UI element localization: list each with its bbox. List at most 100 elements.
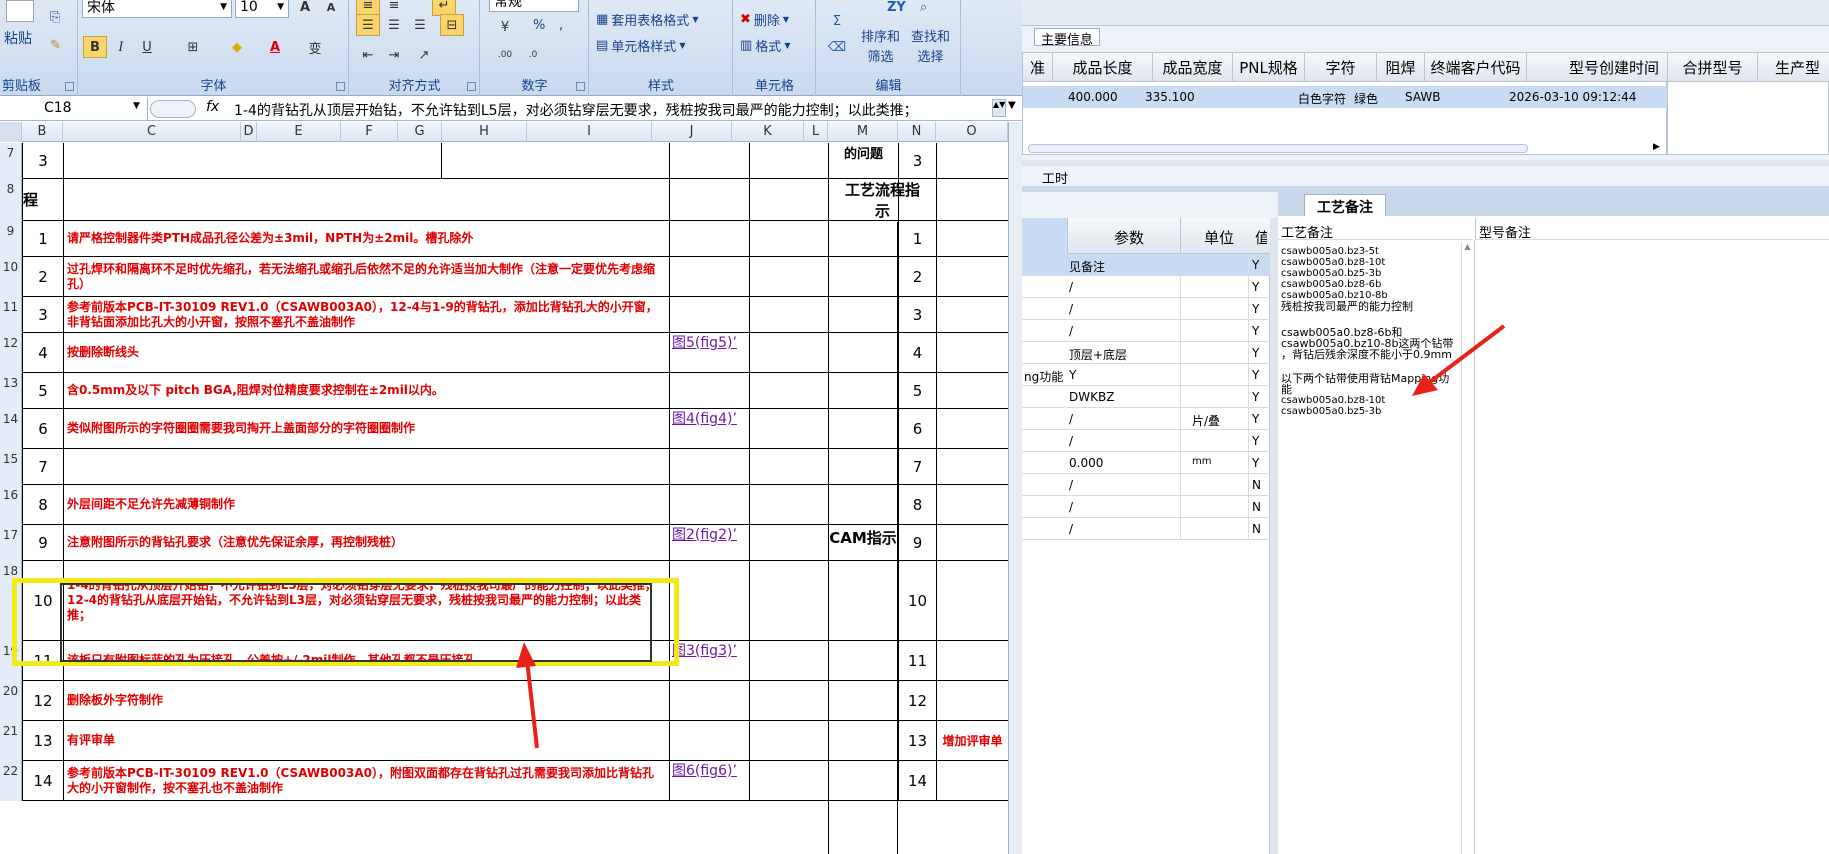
item-text[interactable]: 删除板外字符制作 [63,681,669,720]
figure-link[interactable]: 图3(fig3)’ [672,644,744,659]
row-header[interactable]: 7 [0,143,22,179]
item-text[interactable]: 参考前版本PCB-IT-30109 REV1.0（CSAWB003A0），12-… [63,297,669,332]
grow-font-icon[interactable]: A [293,0,317,18]
merge-icon[interactable]: ⊟ [440,14,464,36]
tab-main-info[interactable]: 主要信息 [1034,28,1101,48]
delete-button[interactable]: ✖ 删除 ▼ [740,10,789,29]
column-header[interactable]: B [22,122,63,142]
row-header[interactable]: 9 [0,221,22,257]
figure-link[interactable]: 图4(fig4)’ [672,412,744,427]
grid-header[interactable]: 阻焊 [1377,53,1425,82]
font-size-select[interactable]: 10 ▼ [235,0,289,18]
left-align-icon[interactable]: ☰ [356,14,380,36]
grid-header-prod[interactable]: 生产型 [1758,53,1829,82]
phonetic-icon[interactable]: 变 [303,36,327,58]
increase-decimal-icon[interactable]: .00 [493,44,517,66]
formula-input[interactable]: 1-4的背钻孔从顶层开始钻，不允许钻到L5层，对必须钻穿层无要求，残桩按我司最严… [234,100,918,120]
format-button[interactable]: ▥ 格式 ▼ [740,36,790,55]
column-header[interactable]: O [936,122,1008,142]
table-row[interactable]: 3 的问题 3 [22,143,1008,179]
percent-button[interactable]: % [533,18,545,33]
column-header[interactable]: J [652,122,732,142]
figure-link[interactable]: 图6(fig6)’ [672,764,744,779]
param-row[interactable]: 见备注 Y [1022,254,1270,276]
font-color-icon[interactable]: A [263,36,287,58]
italic-button[interactable]: I [109,36,133,58]
column-header[interactable]: L [804,122,828,142]
item-text[interactable] [63,449,669,484]
grid-header[interactable]: 成品长度 [1053,53,1153,82]
item-text[interactable]: 有评审单 [63,721,669,760]
right-align-icon[interactable]: ☰ [408,14,432,36]
currency-icon[interactable]: ¥ [493,16,517,38]
formula-scroll-icon[interactable]: ▲▼ [992,99,1006,117]
column-header[interactable]: D [241,122,257,142]
fill-color-icon[interactable]: ◆ [225,36,249,58]
comma-button[interactable]: , [559,18,563,33]
row-header[interactable]: 8 [0,179,22,221]
table-row[interactable]: 程 工艺流程指示 [22,179,1008,221]
clear-icon[interactable]: ⌫ [825,36,849,58]
row-header[interactable]: 15 [0,449,22,485]
sort-filter-button[interactable]: 排序和 筛选 [861,28,900,68]
splitter[interactable] [1022,160,1829,166]
column-header[interactable]: M [828,122,898,142]
param-row[interactable]: / N [1022,518,1270,540]
font-name-select[interactable]: 宋体 ▼ [82,0,232,18]
column-header[interactable]: K [732,122,804,142]
vertical-scrollbar[interactable] [1008,122,1022,854]
decrease-decimal-icon[interactable]: .0 [521,44,545,66]
row-header[interactable]: 13 [0,373,22,409]
collapse-formula-icon[interactable]: ▼ [1008,100,1016,111]
column-header[interactable]: C [63,122,241,142]
alignment-launcher-icon[interactable] [467,82,476,91]
grid-header[interactable]: 型号创建时间 [1527,53,1668,82]
name-box[interactable]: C18 [0,97,148,120]
horizontal-scrollbar[interactable] [1028,144,1528,153]
column-header[interactable]: N [898,122,936,142]
param-row[interactable]: / N [1022,474,1270,496]
grid-header[interactable]: 字符 [1305,53,1377,82]
chevron-down-icon[interactable]: ▼ [133,101,140,111]
item-text[interactable]: 请严格控制器件类PTH成品孔径公差为±3mil，NPTH为±2mil。槽孔除外 [63,221,669,256]
bold-button[interactable]: B [83,36,107,58]
param-row[interactable]: / Y [1022,298,1270,320]
number-format-select[interactable]: 常规 [489,0,579,12]
grid-selected-row[interactable]: 400.000 335.100 白色字符 绿色 SAWB 2026-03-10 … [1023,86,1668,108]
copy-icon[interactable]: ⎘ [50,10,60,25]
sum-icon[interactable]: Σ [825,10,849,32]
column-header[interactable]: I [527,122,652,142]
panel-splitter[interactable] [1270,218,1278,854]
item-text[interactable]: 类似附图所示的字符圈圈需要我司掏开上盖面部分的字符圈圈制作 [63,409,669,448]
font-launcher-icon[interactable] [336,82,345,91]
number-launcher-icon[interactable] [576,82,585,91]
param-row[interactable]: / N [1022,496,1270,518]
item-text[interactable]: 按删除断线头 [63,333,669,372]
row-header[interactable]: 12 [0,333,22,373]
row-header[interactable]: 22 [0,761,22,801]
column-header[interactable]: E [257,122,341,142]
grid-header-merge[interactable]: 合拼型号 [1668,53,1758,82]
param-row[interactable]: / Y [1022,430,1270,452]
scroll-right-icon[interactable]: ▶ [1653,142,1660,152]
format-painter-icon[interactable]: ✎ [50,38,61,53]
column-header[interactable]: F [341,122,398,142]
decrease-indent-icon[interactable]: ⇤ [356,44,380,66]
paste-icon[interactable] [6,0,34,22]
param-row[interactable]: / Y [1022,276,1270,298]
border-icon[interactable]: ⊞ [181,36,205,58]
figure-link[interactable]: 图2(fig2)’ [672,528,744,543]
item-text[interactable]: 外层间距不足允许先减薄铜制作 [63,485,669,524]
row-header[interactable]: 10 [0,257,22,297]
table-format-button[interactable]: ▦ 套用表格格式 ▼ [596,10,698,29]
item-text[interactable]: 含0.5mm及以下 pitch BGA,阻焊对位精度要求控制在±2mil以内。 [63,373,669,408]
find-select-button[interactable]: 查找和 选择 [911,28,950,68]
param-row[interactable]: ng功能 Y Y [1022,364,1270,386]
param-row[interactable]: 0.000 mm Y [1022,452,1270,474]
grid-header[interactable]: PNL规格 [1233,53,1305,82]
row-header[interactable]: 11 [0,297,22,333]
fx-icon[interactable]: fx [206,99,219,115]
param-row[interactable]: DWKBZ Y [1022,386,1270,408]
grid-header[interactable]: 成品宽度 [1153,53,1233,82]
select-all-corner[interactable] [0,122,22,142]
